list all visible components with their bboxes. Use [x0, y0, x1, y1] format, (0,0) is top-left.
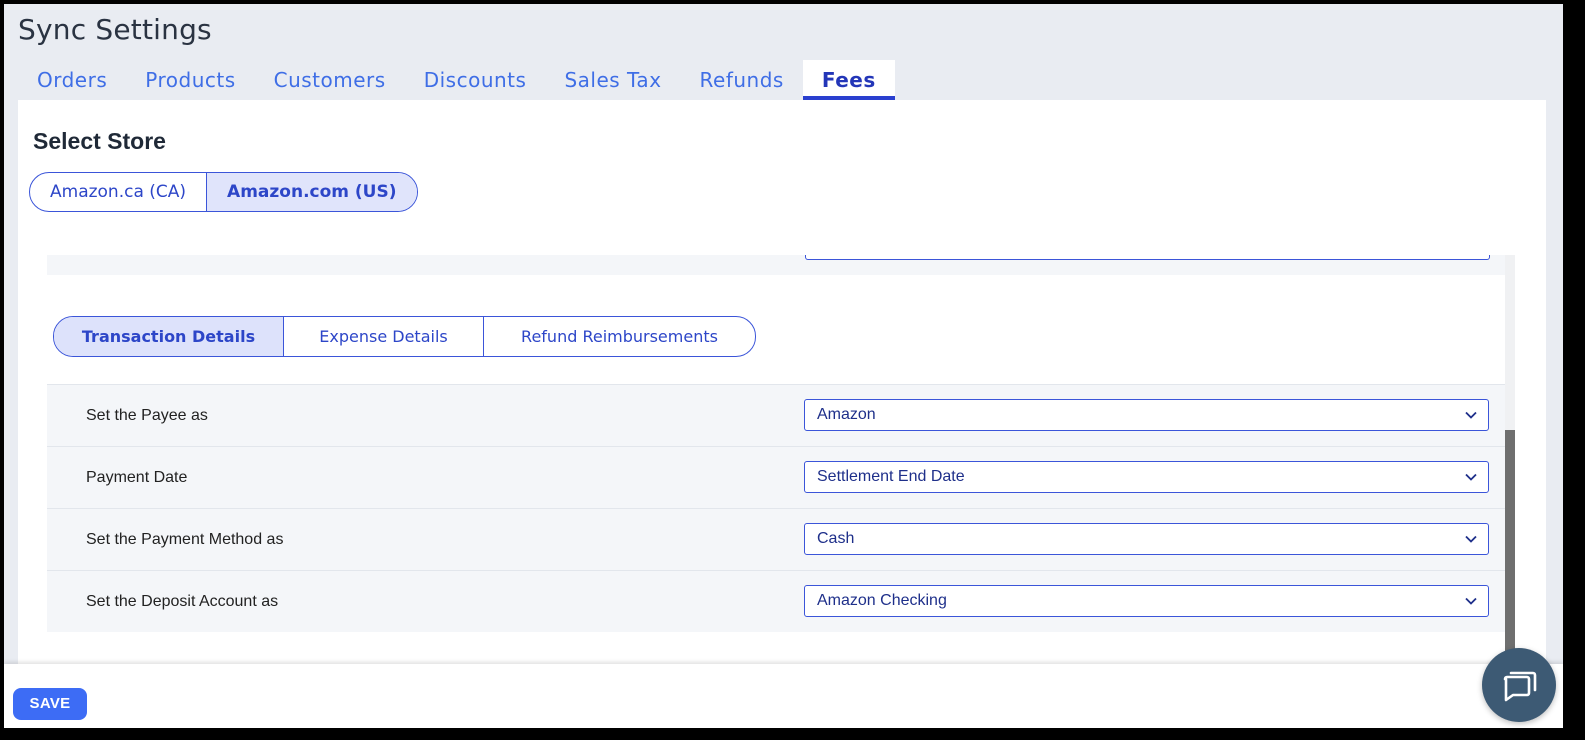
tab-orders[interactable]: Orders: [18, 60, 126, 100]
chevron-down-icon: [1465, 597, 1477, 605]
setting-row-payee: Set the Payee as Amazon: [47, 385, 1505, 447]
tab-sales-tax[interactable]: Sales Tax: [545, 60, 680, 100]
setting-label: Payment Date: [86, 469, 188, 486]
subtab-expense-details[interactable]: Expense Details: [283, 317, 483, 356]
select-store-heading: Select Store: [33, 128, 166, 154]
select-value: Amazon Checking: [817, 592, 947, 609]
tab-customers[interactable]: Customers: [255, 60, 405, 100]
setting-label: Set the Deposit Account as: [86, 593, 279, 610]
store-option-amazon-ca[interactable]: Amazon.ca (CA): [30, 173, 206, 211]
setting-label: Set the Payee as: [86, 407, 208, 424]
chevron-down-icon: [1465, 411, 1477, 419]
select-value: Cash: [817, 530, 855, 547]
setting-row-deposit-account: Set the Deposit Account as Amazon Checki…: [47, 571, 1505, 632]
settings-scroll-area[interactable]: Transaction Details Expense Details Refu…: [47, 255, 1516, 664]
payee-select[interactable]: Amazon: [804, 399, 1489, 431]
setting-row-payment-date: Payment Date Settlement End Date: [47, 447, 1505, 509]
deposit-account-select[interactable]: Amazon Checking: [804, 585, 1489, 617]
detail-subtabs: Transaction Details Expense Details Refu…: [53, 316, 756, 357]
previous-section-strip: [47, 255, 1505, 275]
payment-method-select[interactable]: Cash: [804, 523, 1489, 555]
app-frame: Sync Settings Orders Products Customers …: [4, 4, 1563, 728]
tab-discounts[interactable]: Discounts: [405, 60, 546, 100]
store-selector: Amazon.ca (CA) Amazon.com (US): [29, 172, 418, 212]
chat-icon: [1503, 671, 1537, 702]
scrollbar-track[interactable]: [1505, 255, 1515, 655]
chat-launcher-button[interactable]: [1482, 648, 1556, 722]
tab-refunds[interactable]: Refunds: [681, 60, 803, 100]
settings-rows: Set the Payee as Amazon Payment Date Set…: [47, 384, 1505, 632]
fees-panel: Select Store Amazon.ca (CA) Amazon.com (…: [18, 100, 1546, 664]
payment-date-select[interactable]: Settlement End Date: [804, 461, 1489, 493]
tab-fees[interactable]: Fees: [802, 60, 895, 100]
select-value: Settlement End Date: [817, 468, 965, 485]
footer-bar: SAVE: [4, 664, 1563, 728]
select-value: Amazon: [817, 406, 876, 423]
subtab-transaction-details[interactable]: Transaction Details: [54, 317, 283, 356]
setting-row-payment-method: Set the Payment Method as Cash: [47, 509, 1505, 571]
scrollbar-thumb[interactable]: [1505, 430, 1515, 655]
page-title: Sync Settings: [18, 13, 212, 46]
save-button[interactable]: SAVE: [13, 688, 87, 720]
previous-field-edge[interactable]: [805, 255, 1490, 260]
setting-label: Set the Payment Method as: [86, 531, 284, 548]
tab-products[interactable]: Products: [126, 60, 254, 100]
sync-tabs: Orders Products Customers Discounts Sale…: [18, 60, 895, 100]
chevron-down-icon: [1465, 473, 1477, 481]
store-option-amazon-us[interactable]: Amazon.com (US): [206, 173, 417, 211]
subtab-refund-reimbursements[interactable]: Refund Reimbursements: [483, 317, 755, 356]
chevron-down-icon: [1465, 535, 1477, 543]
